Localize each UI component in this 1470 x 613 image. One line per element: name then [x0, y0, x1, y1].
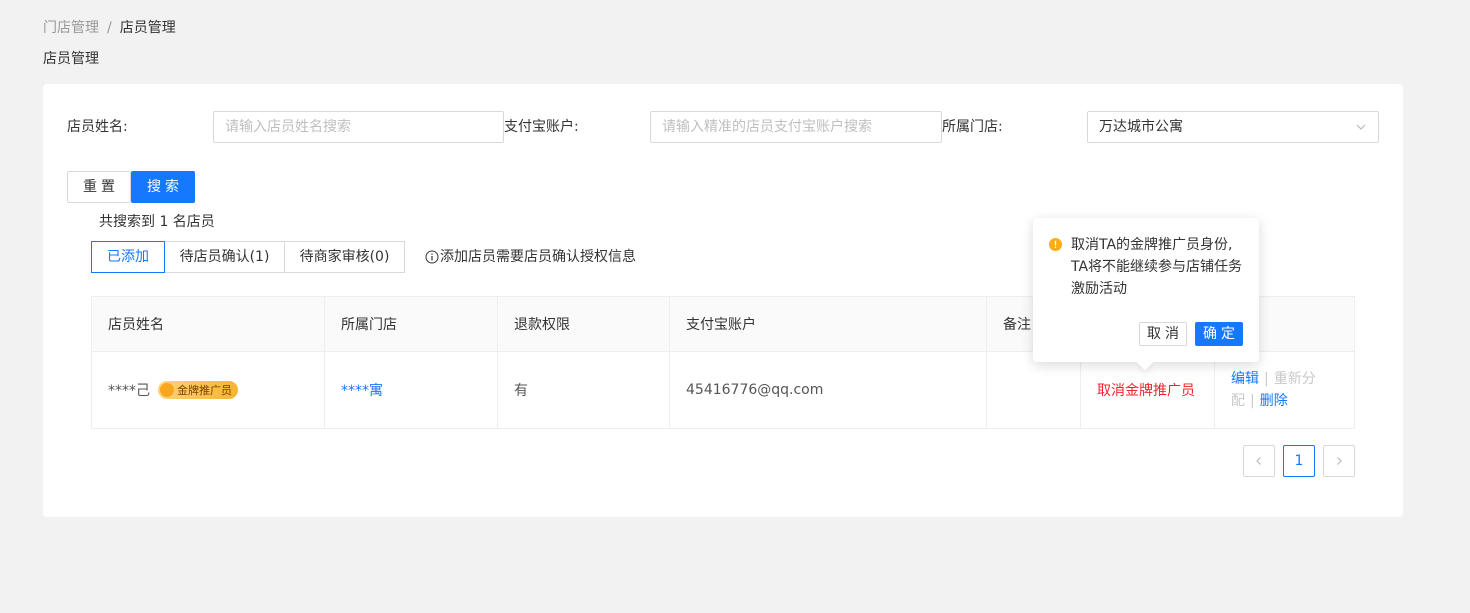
info-circle-icon — [425, 250, 439, 264]
cell-note — [987, 352, 1081, 428]
page-title: 店员管理 — [43, 51, 99, 67]
gold-promoter-badge: 金牌推广员 — [158, 381, 238, 399]
clerk-name: ****己 — [108, 383, 150, 399]
alipay-account-input[interactable] — [650, 111, 942, 143]
search-button[interactable]: 搜索 — [131, 171, 195, 203]
store-label: 所属门店: — [942, 119, 1003, 135]
alipay-account-label: 支付宝账户: — [504, 119, 579, 135]
chevron-left-icon — [1256, 457, 1261, 465]
popconfirm-message-line: TA将不能继续参与店铺任务 — [1071, 259, 1243, 275]
action-divider: | — [1264, 371, 1269, 387]
popconfirm-message-line: 取消TA的金牌推广员身份, — [1071, 237, 1233, 253]
column-header-refund: 退款权限 — [498, 297, 670, 351]
action-divider: | — [1250, 393, 1255, 409]
breadcrumb-separator: / — [107, 20, 112, 36]
tab-added[interactable]: 已添加 — [91, 241, 165, 273]
breadcrumb-current: 店员管理 — [119, 20, 176, 36]
cell-name: ****己 金牌推广员 — [92, 352, 325, 428]
reassign-link[interactable]: 重新分 — [1274, 371, 1316, 387]
cell-refund: 有 — [498, 352, 670, 428]
refund-permission: 有 — [514, 383, 528, 399]
delete-link[interactable]: 删除 — [1260, 393, 1288, 409]
cancel-gold-popconfirm: 取消TA的金牌推广员身份, TA将不能继续参与店铺任务 激励活动 取消 确定 — [1033, 218, 1259, 371]
popconfirm-confirm-button[interactable]: 确定 — [1195, 322, 1243, 346]
chevron-right-icon — [1337, 457, 1342, 465]
gold-promoter-badge-label: 金牌推广员 — [177, 384, 232, 397]
breadcrumb: 门店管理 / 店员管理 — [43, 18, 176, 38]
tab-pending-merchant-review[interactable]: 待商家审核(0) — [284, 241, 405, 273]
authorization-tip: 添加店员需要店员确认授权信息 — [425, 247, 636, 267]
result-count: 共搜索到 1 名店员 — [99, 214, 215, 230]
store-select-value: 万达城市公寓 — [1099, 119, 1183, 135]
chevron-down-icon — [1356, 124, 1366, 130]
authorization-tip-text: 添加店员需要店员确认授权信息 — [440, 249, 636, 265]
pagination-page-1[interactable]: 1 — [1283, 445, 1315, 477]
clerk-name-label: 店员姓名: — [67, 119, 128, 135]
warning-icon — [1049, 238, 1062, 251]
table-row: ****己 金牌推广员 ****寓 有 45416776@qq.com 取消金牌… — [92, 352, 1354, 428]
column-header-store: 所属门店 — [325, 297, 498, 351]
store-link[interactable]: ****寓 — [341, 380, 383, 400]
edit-link[interactable]: 编辑 — [1231, 371, 1259, 387]
column-header-name: 店员姓名 — [92, 297, 325, 351]
breadcrumb-link-store-management[interactable]: 门店管理 — [43, 20, 99, 36]
cell-alipay: 45416776@qq.com — [670, 352, 987, 428]
pagination-prev-button[interactable] — [1243, 445, 1275, 477]
reset-button[interactable]: 重置 — [67, 171, 131, 203]
popconfirm-cancel-button[interactable]: 取消 — [1139, 322, 1187, 346]
cell-store: ****寓 — [325, 352, 498, 428]
tab-pending-clerk-confirm[interactable]: 待店员确认(1) — [164, 241, 285, 273]
cell-actions: 编辑 | 重新分 配 | 删除 — [1215, 352, 1354, 428]
clerk-name-input[interactable] — [213, 111, 504, 143]
reassign-link-wrap[interactable]: 配 — [1231, 393, 1245, 409]
pagination-next-button[interactable] — [1323, 445, 1355, 477]
column-header-alipay: 支付宝账户 — [670, 297, 987, 351]
cancel-gold-promoter-link[interactable]: 取消金牌推广员 — [1097, 380, 1195, 400]
store-select[interactable]: 万达城市公寓 — [1087, 111, 1379, 143]
popconfirm-message-line: 激励活动 — [1071, 281, 1127, 297]
actions-group: 编辑 | 重新分 配 | 删除 — [1231, 368, 1341, 412]
alipay-account: 45416776@qq.com — [686, 382, 824, 398]
popconfirm-message: 取消TA的金牌推广员身份, TA将不能继续参与店铺任务 激励活动 — [1071, 234, 1249, 300]
avatar-icon — [160, 383, 174, 397]
